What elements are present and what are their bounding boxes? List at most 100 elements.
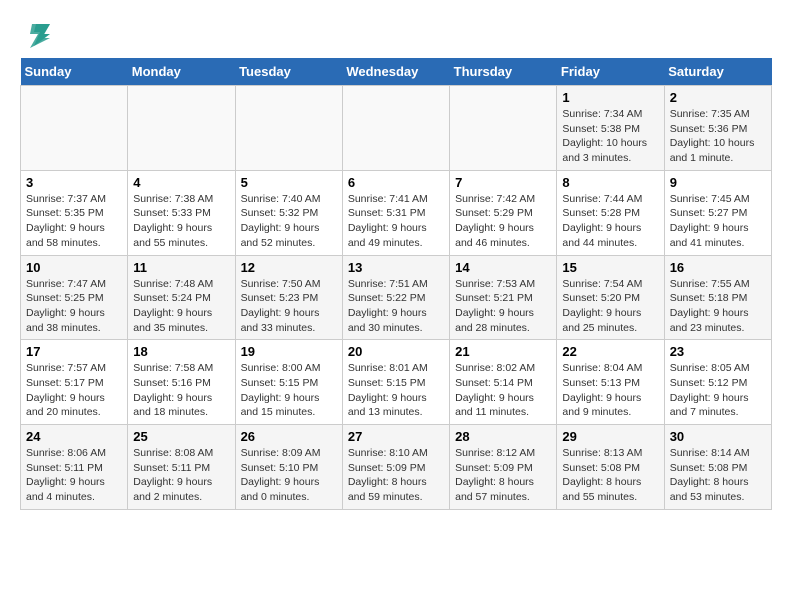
day-info: Sunrise: 7:53 AM Sunset: 5:21 PM Dayligh… [455, 277, 551, 336]
day-info: Sunrise: 7:58 AM Sunset: 5:16 PM Dayligh… [133, 361, 229, 420]
day-number: 18 [133, 344, 229, 359]
day-number: 5 [241, 175, 337, 190]
calendar-cell: 1Sunrise: 7:34 AM Sunset: 5:38 PM Daylig… [557, 86, 664, 171]
calendar-cell [342, 86, 449, 171]
calendar-cell: 25 Sunrise: 8:08 AM Sunset: 5:11 PM Dayli… [128, 425, 235, 510]
weekday-header-tuesday: Tuesday [235, 58, 342, 86]
day-info: Sunrise: 8:06 AM Sunset: 5:11 PM Dayligh… [26, 446, 122, 505]
day-info: Sunrise: 7:54 AM Sunset: 5:20 PM Dayligh… [562, 277, 658, 336]
calendar-cell [235, 86, 342, 171]
calendar-cell: 13 Sunrise: 7:51 AM Sunset: 5:22 PM Dayli… [342, 255, 449, 340]
calendar-cell: 7 Sunrise: 7:42 AM Sunset: 5:29 PM Daylig… [450, 170, 557, 255]
day-info: Sunrise: 8:00 AM Sunset: 5:15 PM Dayligh… [241, 361, 337, 420]
calendar-cell: 19 Sunrise: 8:00 AM Sunset: 5:15 PM Dayli… [235, 340, 342, 425]
calendar-cell: 10 Sunrise: 7:47 AM Sunset: 5:25 PM Dayli… [21, 255, 128, 340]
day-info: Sunrise: 7:47 AM Sunset: 5:25 PM Dayligh… [26, 277, 122, 336]
day-info: Sunrise: 8:13 AM Sunset: 5:08 PM Dayligh… [562, 446, 658, 505]
day-info: Sunrise: 8:12 AM Sunset: 5:09 PM Dayligh… [455, 446, 551, 505]
calendar-cell: 11 Sunrise: 7:48 AM Sunset: 5:24 PM Dayli… [128, 255, 235, 340]
day-number: 12 [241, 260, 337, 275]
day-info: Sunrise: 7:50 AM Sunset: 5:23 PM Dayligh… [241, 277, 337, 336]
calendar-cell: 6 Sunrise: 7:41 AM Sunset: 5:31 PM Daylig… [342, 170, 449, 255]
calendar-cell: 20 Sunrise: 8:01 AM Sunset: 5:15 PM Dayli… [342, 340, 449, 425]
calendar-cell: 4 Sunrise: 7:38 AM Sunset: 5:33 PM Daylig… [128, 170, 235, 255]
calendar-cell: 28 Sunrise: 8:12 AM Sunset: 5:09 PM Dayli… [450, 425, 557, 510]
day-info: Sunrise: 7:40 AM Sunset: 5:32 PM Dayligh… [241, 192, 337, 251]
day-info: Sunrise: 7:48 AM Sunset: 5:24 PM Dayligh… [133, 277, 229, 336]
day-info: Sunrise: 8:01 AM Sunset: 5:15 PM Dayligh… [348, 361, 444, 420]
day-number: 25 [133, 429, 229, 444]
calendar-cell: 23 Sunrise: 8:05 AM Sunset: 5:12 PM Dayli… [664, 340, 771, 425]
weekday-header-monday: Monday [128, 58, 235, 86]
day-number: 9 [670, 175, 766, 190]
day-number: 26 [241, 429, 337, 444]
calendar-cell [21, 86, 128, 171]
calendar-cell: 3Sunrise: 7:37 AM Sunset: 5:35 PM Daylig… [21, 170, 128, 255]
calendar-cell: 26 Sunrise: 8:09 AM Sunset: 5:10 PM Dayli… [235, 425, 342, 510]
calendar-cell: 27 Sunrise: 8:10 AM Sunset: 5:09 PM Dayli… [342, 425, 449, 510]
day-info: Sunrise: 7:51 AM Sunset: 5:22 PM Dayligh… [348, 277, 444, 336]
calendar-cell [450, 86, 557, 171]
day-number: 28 [455, 429, 551, 444]
day-number: 23 [670, 344, 766, 359]
day-number: 11 [133, 260, 229, 275]
day-info: Sunrise: 8:10 AM Sunset: 5:09 PM Dayligh… [348, 446, 444, 505]
day-info: Sunrise: 8:09 AM Sunset: 5:10 PM Dayligh… [241, 446, 337, 505]
weekday-header-saturday: Saturday [664, 58, 771, 86]
weekday-header-friday: Friday [557, 58, 664, 86]
day-info: Sunrise: 7:41 AM Sunset: 5:31 PM Dayligh… [348, 192, 444, 251]
weekday-header-wednesday: Wednesday [342, 58, 449, 86]
day-number: 16 [670, 260, 766, 275]
calendar-cell: 14 Sunrise: 7:53 AM Sunset: 5:21 PM Dayli… [450, 255, 557, 340]
calendar-cell [128, 86, 235, 171]
day-number: 1 [562, 90, 658, 105]
calendar-cell: 21Sunrise: 8:02 AM Sunset: 5:14 PM Dayli… [450, 340, 557, 425]
calendar-cell: 18 Sunrise: 7:58 AM Sunset: 5:16 PM Dayli… [128, 340, 235, 425]
calendar-cell: 17 Sunrise: 7:57 AM Sunset: 5:17 PM Dayli… [21, 340, 128, 425]
day-number: 17 [26, 344, 122, 359]
calendar-cell: 2Sunrise: 7:35 AM Sunset: 5:36 PM Daylig… [664, 86, 771, 171]
day-number: 14 [455, 260, 551, 275]
day-number: 2 [670, 90, 766, 105]
day-info: Sunrise: 7:44 AM Sunset: 5:28 PM Dayligh… [562, 192, 658, 251]
day-info: Sunrise: 8:08 AM Sunset: 5:11 PM Dayligh… [133, 446, 229, 505]
weekday-header-sunday: Sunday [21, 58, 128, 86]
calendar-cell: 15 Sunrise: 7:54 AM Sunset: 5:20 PM Dayli… [557, 255, 664, 340]
logo-icon [22, 20, 52, 48]
day-number: 19 [241, 344, 337, 359]
calendar-cell: 24 Sunrise: 8:06 AM Sunset: 5:11 PM Dayli… [21, 425, 128, 510]
calendar-cell: 12 Sunrise: 7:50 AM Sunset: 5:23 PM Dayli… [235, 255, 342, 340]
weekday-header-thursday: Thursday [450, 58, 557, 86]
day-number: 8 [562, 175, 658, 190]
calendar-cell: 29 Sunrise: 8:13 AM Sunset: 5:08 PM Dayli… [557, 425, 664, 510]
calendar-cell: 5 Sunrise: 7:40 AM Sunset: 5:32 PM Daylig… [235, 170, 342, 255]
day-number: 22 [562, 344, 658, 359]
day-number: 10 [26, 260, 122, 275]
day-number: 27 [348, 429, 444, 444]
calendar-cell: 30 Sunrise: 8:14 AM Sunset: 5:08 PM Dayli… [664, 425, 771, 510]
day-number: 4 [133, 175, 229, 190]
day-info: Sunrise: 8:04 AM Sunset: 5:13 PM Dayligh… [562, 361, 658, 420]
calendar-table: SundayMondayTuesdayWednesdayThursdayFrid… [20, 58, 772, 510]
calendar-cell: 22 Sunrise: 8:04 AM Sunset: 5:13 PM Dayli… [557, 340, 664, 425]
day-info: Sunrise: 7:57 AM Sunset: 5:17 PM Dayligh… [26, 361, 122, 420]
day-number: 24 [26, 429, 122, 444]
day-info: Sunrise: 8:05 AM Sunset: 5:12 PM Dayligh… [670, 361, 766, 420]
day-number: 15 [562, 260, 658, 275]
day-info: Sunrise: 8:02 AM Sunset: 5:14 PM Dayligh… [455, 361, 551, 420]
day-info: Sunrise: 7:37 AM Sunset: 5:35 PM Dayligh… [26, 192, 122, 251]
page-header [20, 20, 772, 48]
day-number: 29 [562, 429, 658, 444]
day-number: 13 [348, 260, 444, 275]
day-info: Sunrise: 8:14 AM Sunset: 5:08 PM Dayligh… [670, 446, 766, 505]
day-number: 6 [348, 175, 444, 190]
day-number: 30 [670, 429, 766, 444]
day-info: Sunrise: 7:55 AM Sunset: 5:18 PM Dayligh… [670, 277, 766, 336]
logo [20, 20, 52, 48]
calendar-cell: 16 Sunrise: 7:55 AM Sunset: 5:18 PM Dayli… [664, 255, 771, 340]
day-info: Sunrise: 7:42 AM Sunset: 5:29 PM Dayligh… [455, 192, 551, 251]
day-info: Sunrise: 7:38 AM Sunset: 5:33 PM Dayligh… [133, 192, 229, 251]
day-info: Sunrise: 7:45 AM Sunset: 5:27 PM Dayligh… [670, 192, 766, 251]
day-number: 7 [455, 175, 551, 190]
day-number: 20 [348, 344, 444, 359]
